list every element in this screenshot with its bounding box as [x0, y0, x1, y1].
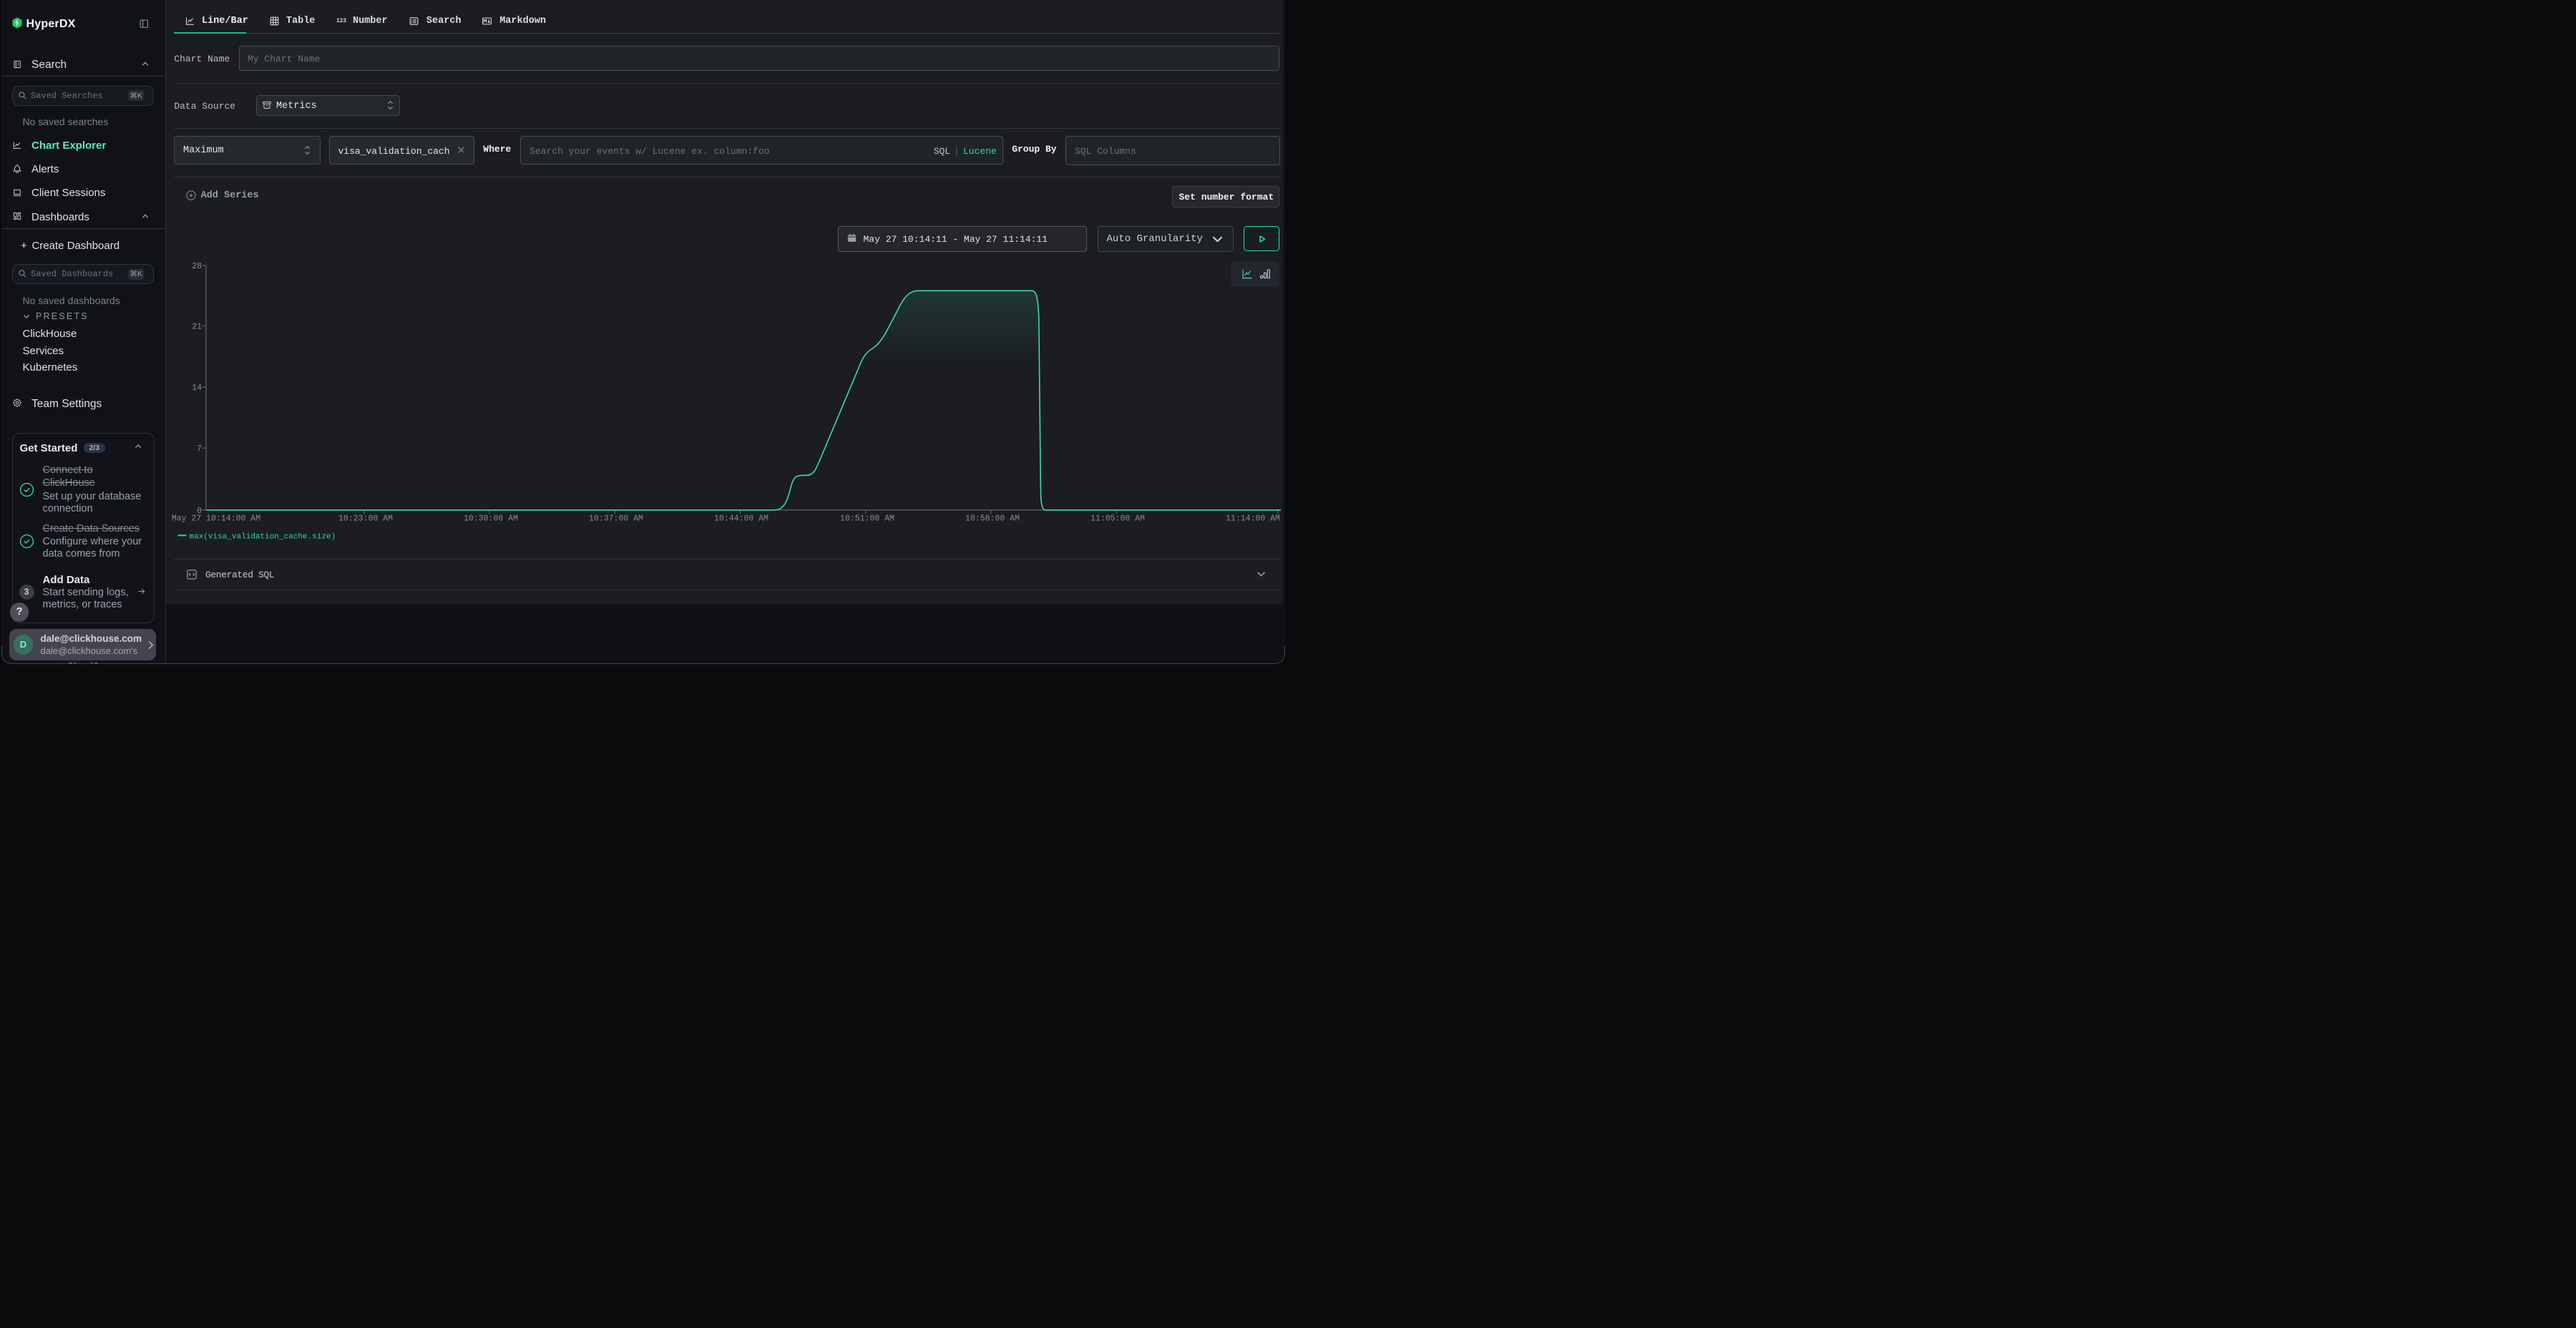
svg-text:28: 28	[192, 262, 202, 271]
svg-text:11:05:00 AM: 11:05:00 AM	[1091, 514, 1145, 524]
svg-text:7: 7	[197, 444, 202, 454]
svg-text:max(visa_validation_cache.size: max(visa_validation_cache.size)	[190, 532, 336, 541]
svg-text:May 27 10:14:00 AM: May 27 10:14:00 AM	[172, 514, 260, 524]
svg-text:10:23:00 AM: 10:23:00 AM	[338, 514, 393, 524]
svg-text:10:44:00 AM: 10:44:00 AM	[714, 514, 769, 524]
svg-text:10:58:00 AM: 10:58:00 AM	[965, 514, 1020, 524]
svg-text:10:51:00 AM: 10:51:00 AM	[840, 514, 894, 524]
svg-text:10:37:00 AM: 10:37:00 AM	[589, 514, 643, 524]
svg-text:14: 14	[192, 384, 202, 393]
svg-text:11:14:00 AM: 11:14:00 AM	[1226, 514, 1280, 524]
svg-text:21: 21	[192, 322, 202, 331]
svg-text:10:30:00 AM: 10:30:00 AM	[464, 514, 518, 524]
